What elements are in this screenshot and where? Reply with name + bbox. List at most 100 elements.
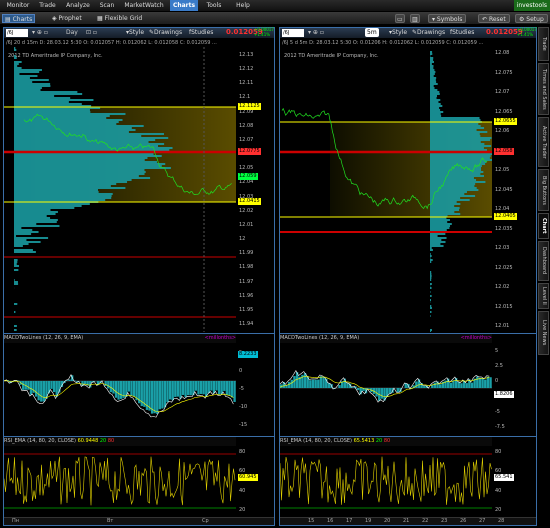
axis-tick: 12.08: [495, 50, 510, 56]
macd-bar: [322, 376, 325, 388]
side-tab-times-and-sales[interactable]: Times and Sales: [538, 63, 549, 115]
macd-bar: [202, 381, 205, 395]
axis-tick: 12.11: [239, 80, 254, 87]
side-tab-chart[interactable]: Chart: [538, 213, 549, 239]
setup-label: Setup: [526, 16, 544, 23]
menu-item-label: Trade: [39, 2, 56, 9]
macd-bar: [215, 381, 218, 391]
symbol-dropdown-icon[interactable]: ▾ ⊕ ▫: [30, 28, 50, 37]
drawings-button[interactable]: ✎Drawings: [410, 28, 447, 37]
symbol-dropdown-icon[interactable]: ▾ ⊕ ▫: [306, 28, 326, 37]
time-label: Ср: [202, 518, 209, 524]
side-tab-live-news[interactable]: Live News: [538, 311, 549, 355]
studies-button[interactable]: fStudies: [187, 28, 215, 37]
layout-split-icon[interactable]: ▥: [410, 14, 420, 23]
rsi-title: RSI_EMA (14, 80, 20, CLOSE): [4, 438, 76, 444]
axis-tick: 12: [239, 236, 246, 243]
main-menu-bar: Monitor Trade Analyze Scan MarketWatch Charts…: [0, 0, 550, 11]
macd-axis: 52.50-2.5-5-7.51.8206: [492, 343, 536, 435]
tab-flexible-label: Flexible Grid: [104, 15, 143, 22]
lock-icon[interactable]: ⊡ ▫: [84, 28, 99, 37]
macd-bar: [351, 387, 354, 388]
setup-button[interactable]: ⚙ Setup: [515, 14, 548, 23]
change-percent: +1.41%: [254, 32, 271, 37]
macd-bar: [346, 383, 349, 388]
tab-prophet[interactable]: ◈ Prophet: [50, 14, 84, 23]
macd-bar: [194, 381, 198, 391]
menu-item-marketwatch[interactable]: MarketWatch: [120, 0, 168, 11]
reset-label: Reset: [488, 16, 506, 23]
macd-bar: [181, 381, 185, 395]
macd-chart[interactable]: [280, 343, 492, 435]
axis-tick: 80: [495, 449, 502, 455]
menu-item-trade[interactable]: Trade: [35, 0, 60, 11]
macd-bar: [309, 380, 312, 388]
style-button[interactable]: ▾Style: [387, 28, 409, 37]
interval-label[interactable]: 5m: [365, 28, 379, 37]
macd-bar: [22, 381, 25, 390]
macd-bar: [107, 381, 110, 389]
macd-title: MACDTwoLines (12, 26, 9, EMA): [4, 335, 84, 341]
tab-prophet-label: Prophet: [58, 15, 82, 22]
axis-tick: 40: [239, 487, 246, 494]
symbol-input[interactable]: /6J: [282, 29, 304, 37]
menu-item-help[interactable]: Help: [230, 0, 256, 11]
menu-item-charts[interactable]: Charts: [170, 0, 198, 11]
menu-item-monitor[interactable]: Monitor: [3, 0, 33, 11]
axis-tick: 20: [239, 507, 246, 513]
studies-button[interactable]: fStudies: [448, 28, 476, 37]
menu-item-tools[interactable]: Tools: [200, 0, 228, 11]
symbols-label: Symbols: [436, 16, 463, 23]
macd-bar: [484, 379, 487, 388]
rsi-header: RSI_EMA (14, 80, 20, CLOSE) 60.9448 20 8…: [4, 437, 236, 446]
axis-tick: 0: [495, 378, 499, 385]
axis-tick: 12.035: [495, 225, 513, 232]
time-label: 22: [422, 518, 429, 524]
side-tab-trade[interactable]: Trade: [538, 27, 549, 61]
side-tab-active-trader[interactable]: Active Trader: [538, 117, 549, 167]
macd-bar: [210, 381, 213, 391]
price-axis: 12.1312.1212.1112.112.0912.0812.0712.061…: [236, 47, 274, 332]
price-label: 12.1125: [238, 103, 261, 110]
tab-flexible-grid[interactable]: ▦ Flexible Grid: [95, 14, 144, 23]
menu-item-label: Scan: [99, 2, 115, 9]
rsi-chart[interactable]: [280, 446, 492, 516]
macd-bar: [29, 381, 33, 395]
axis-tick: 11.98: [239, 264, 254, 271]
axis-tick: 11.95: [239, 306, 254, 313]
side-tab-label: Times and Sales: [541, 68, 547, 110]
macd-title: MACDTwoLines (12, 26, 9, EMA): [280, 335, 360, 341]
rsi-low-level: 20: [375, 438, 383, 444]
tab-charts[interactable]: ▤ Charts: [2, 14, 36, 23]
time-label: 17: [346, 518, 353, 524]
rsi-high-level: 80: [107, 438, 115, 444]
side-tab-label: Level II: [541, 287, 547, 305]
axis-tick: 12.1: [239, 94, 251, 101]
drawings-button[interactable]: ✎Drawings: [147, 28, 184, 37]
axis-tick: 5: [495, 348, 499, 354]
axis-tick: 12.015: [495, 303, 513, 310]
axis-tick: 12.04: [239, 179, 254, 186]
side-tab-big-buttons[interactable]: Big Buttons: [538, 169, 549, 211]
macd-chart[interactable]: [4, 343, 236, 435]
axis-tick: 12.02: [239, 207, 254, 214]
menu-item-analyze[interactable]: Analyze: [62, 0, 94, 11]
macd-bar: [317, 379, 320, 388]
macd-bar: [117, 381, 120, 400]
side-tab-level-ii[interactable]: Level II: [538, 283, 549, 309]
symbols-button[interactable]: ▾ Symbols: [428, 14, 467, 23]
menu-item-label: Help: [236, 2, 250, 9]
menu-item-scan[interactable]: Scan: [96, 0, 118, 11]
rsi-chart[interactable]: [4, 446, 236, 516]
layout-icon[interactable]: ▭: [395, 14, 405, 23]
price-chart[interactable]: [4, 47, 236, 332]
reset-button[interactable]: ↶ Reset: [478, 14, 510, 23]
macd-bar: [47, 381, 51, 394]
price-chart[interactable]: [280, 47, 492, 332]
side-tab-dashboard[interactable]: Dashboard: [538, 241, 549, 281]
symbol-input[interactable]: /6J: [6, 29, 28, 37]
style-button[interactable]: ▾Style: [124, 28, 146, 37]
macd-axis: 50-5-10-158.2233: [236, 343, 274, 435]
axis-tick: -10: [239, 404, 248, 410]
axis-tick: 11.96: [239, 292, 254, 299]
